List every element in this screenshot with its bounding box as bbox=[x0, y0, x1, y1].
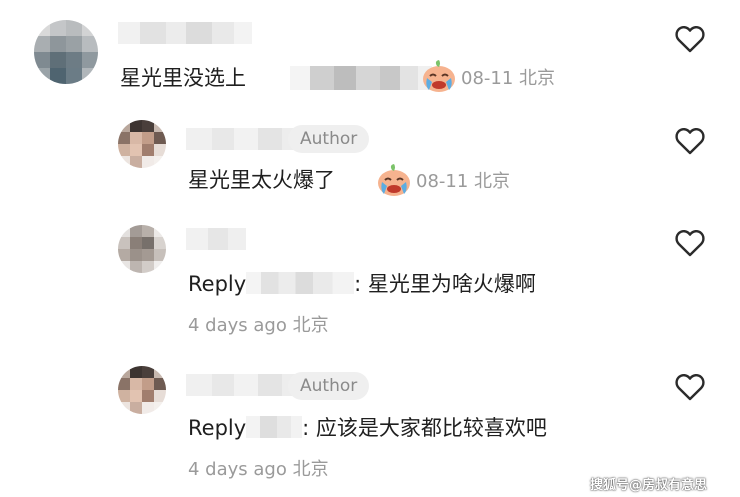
comment-date: 08-11 bbox=[461, 68, 514, 89]
reply-target-blurred[interactable] bbox=[246, 272, 355, 294]
reply-line: Reply : 星光里为啥火爆啊 bbox=[188, 270, 536, 298]
username-blurred[interactable] bbox=[186, 128, 304, 150]
crying-face-icon bbox=[423, 60, 455, 92]
heart-icon[interactable] bbox=[673, 370, 707, 404]
watermark: 搜狐号@房叔有意思 bbox=[590, 478, 708, 493]
author-badge: Author bbox=[288, 372, 370, 400]
avatar[interactable] bbox=[118, 120, 166, 168]
comment-text: 星光里没选上 bbox=[120, 66, 246, 90]
comment-date: 4 days ago bbox=[188, 315, 287, 336]
comment-date: 4 days ago bbox=[188, 459, 287, 480]
reply-target-blurred[interactable] bbox=[246, 416, 303, 438]
username-blurred[interactable] bbox=[118, 22, 252, 44]
avatar[interactable] bbox=[118, 225, 166, 273]
reply-line: Reply : 应该是大家都比较喜欢吧 bbox=[188, 414, 547, 442]
heart-icon[interactable] bbox=[673, 124, 707, 158]
comment-date: 08-11 bbox=[416, 171, 469, 192]
avatar[interactable] bbox=[118, 366, 166, 414]
username-blurred[interactable] bbox=[186, 374, 304, 396]
comment-meta: 08-11 北京 bbox=[461, 67, 555, 91]
reply-prefix: Reply bbox=[188, 272, 247, 296]
comment-location: 北京 bbox=[292, 315, 329, 336]
comment-meta: 08-11 北京 bbox=[416, 170, 510, 194]
heart-icon[interactable] bbox=[673, 226, 707, 260]
comment-location: 北京 bbox=[474, 171, 511, 192]
comment-location: 北京 bbox=[292, 459, 329, 480]
author-badge: Author bbox=[288, 125, 370, 153]
comment-text: : 星光里为啥火爆啊 bbox=[354, 272, 536, 296]
mention-blurred bbox=[290, 66, 432, 90]
reply-prefix: Reply bbox=[188, 416, 247, 440]
username-blurred[interactable] bbox=[186, 228, 246, 250]
comment-location: 北京 bbox=[519, 68, 556, 89]
comment-text: : 应该是大家都比较喜欢吧 bbox=[302, 416, 547, 440]
crying-face-icon bbox=[378, 164, 410, 196]
comment-meta: 4 days ago 北京 bbox=[188, 458, 329, 482]
heart-icon[interactable] bbox=[673, 22, 707, 56]
comment-meta: 4 days ago 北京 bbox=[188, 314, 329, 338]
comment-text: 星光里太火爆了 bbox=[188, 168, 335, 192]
avatar[interactable] bbox=[34, 20, 98, 84]
